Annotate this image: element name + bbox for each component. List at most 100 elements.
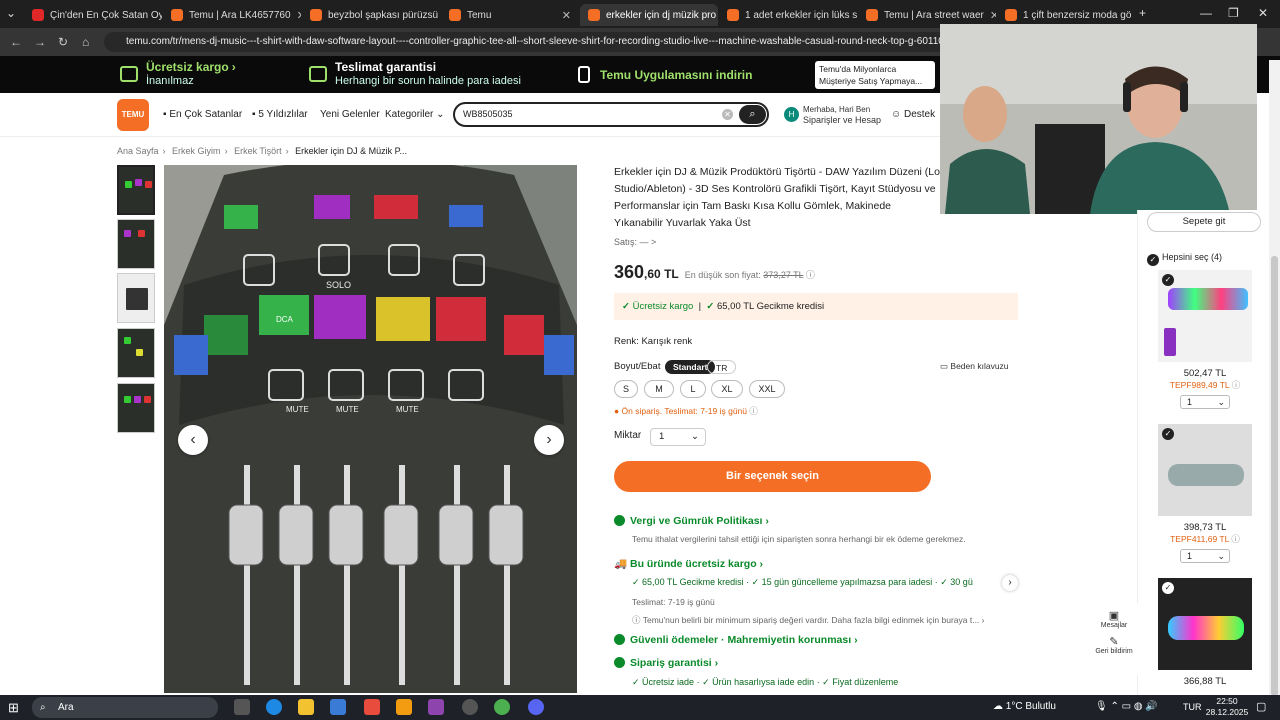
seller-ad[interactable]: Temu'da Milyonlarca Müşteriye Satış Yapm…	[815, 61, 935, 89]
quantity-select[interactable]: 1 ⌄	[650, 428, 706, 446]
cart-item-qty[interactable]: 1 ⌄	[1180, 549, 1230, 563]
edge-icon[interactable]	[266, 699, 282, 715]
feedback-button[interactable]: ✎ Geri bildirim	[1090, 635, 1138, 655]
cart-item-qty[interactable]: 1 ⌄	[1180, 395, 1230, 409]
app-icon[interactable]	[396, 699, 412, 715]
info-icon[interactable]: ⓘ	[1231, 534, 1240, 544]
product-thumbnail[interactable]	[117, 328, 155, 378]
size-option-s[interactable]: S	[614, 380, 638, 398]
product-main-image[interactable]: SOLO MUTE MUTE MUTE DCA ‹ ›	[164, 165, 577, 693]
product-thumbnail[interactable]	[117, 383, 155, 433]
sales-count[interactable]: Satış: — >	[614, 237, 656, 247]
scrollbar-thumb[interactable]	[1271, 256, 1278, 696]
free-shipping-promo[interactable]: Ücretsiz kargo › İnanılmaz	[146, 61, 236, 88]
tab-7[interactable]: 1 çift benzersiz moda gö✕	[997, 4, 1135, 26]
taskbar-search[interactable]: ⌕ Ara	[32, 697, 218, 718]
tab-5[interactable]: 1 adet erkekler için lüks s✕	[719, 4, 857, 26]
product-thumbnail[interactable]	[117, 273, 155, 323]
product-thumbnail[interactable]	[117, 219, 155, 269]
breadcrumb-item[interactable]: Erkek Giyim	[172, 146, 221, 156]
user-avatar[interactable]: H	[784, 107, 799, 122]
info-icon[interactable]: ⓘ	[749, 406, 758, 416]
info-icon[interactable]: ⓘ	[1232, 380, 1241, 390]
discord-icon[interactable]	[528, 699, 544, 715]
close-window-icon[interactable]: ✕	[1258, 6, 1268, 20]
keyboard-language[interactable]: TUR	[1183, 702, 1202, 712]
select-all-checkbox[interactable]: ✓ Hepsini seç (4)	[1147, 252, 1222, 266]
url-field[interactable]: temu.com/tr/mens-dj-music---t-shirt-with…	[104, 32, 950, 52]
close-tab-icon[interactable]: ✕	[297, 9, 301, 22]
nav-five-stars[interactable]: ▪ 5 Yıldızlılar	[252, 109, 308, 120]
cart-item[interactable]: ✓ 366,88 TL	[1158, 578, 1252, 687]
close-tab-icon[interactable]: ✕	[562, 9, 571, 22]
chrome-icon[interactable]	[494, 699, 510, 715]
search-input[interactable]: WB8505035 ✕ ⌕	[453, 102, 769, 127]
back-icon[interactable]: ←	[10, 35, 22, 49]
check-icon[interactable]: ✓	[1162, 274, 1174, 286]
tab-2[interactable]: beyzbol şapkası pürüzsü✕	[302, 4, 440, 26]
clock[interactable]: 22:50 28.12.2025	[1204, 696, 1250, 718]
tab-0[interactable]: Çin'den En Çok Satan Oyu✕	[24, 4, 162, 26]
free-shipping-section[interactable]: 🚚 Bu üründe ücretsiz kargo ›	[614, 557, 763, 570]
secure-payments-link[interactable]: Güvenli ödemeler · Mahremiyetin korunmas…	[614, 634, 858, 646]
minimize-icon[interactable]: —	[1200, 6, 1212, 20]
size-tr-toggle[interactable]: TR	[707, 360, 737, 374]
nav-categories[interactable]: Kategoriler ⌄	[385, 109, 445, 120]
notification-icon[interactable]: ▢	[1256, 700, 1266, 713]
select-option-button[interactable]: Bir seçenek seçin	[614, 461, 931, 492]
new-tab-icon[interactable]: +	[1139, 6, 1146, 20]
support-link[interactable]: ☺ Destek	[891, 109, 935, 120]
weather-widget[interactable]: ☁ 1°C Bulutlu	[993, 701, 1056, 712]
breadcrumb-item[interactable]: Erkek Tişört	[234, 146, 282, 156]
cart-item[interactable]: ✓ 502,47 TL TEPF989,49 TL ⓘ 1 ⌄	[1158, 270, 1252, 409]
shipping-note[interactable]: ⓘ Temu'nun belirli bir minimum sipariş d…	[632, 614, 985, 626]
size-option-m[interactable]: M	[644, 380, 674, 398]
office-icon[interactable]	[364, 699, 380, 715]
windows-start-icon[interactable]: ⊞	[8, 700, 19, 716]
tab-4[interactable]: erkekler için dj müzik pro✕	[580, 4, 718, 26]
tax-policy-link[interactable]: Vergi ve Gümrük Politikası ›	[614, 515, 769, 527]
size-guide-link[interactable]: ▭ Beden kılavuzu	[940, 361, 1009, 372]
shield-icon	[614, 657, 625, 668]
size-option-xxl[interactable]: XXL	[749, 380, 785, 398]
check-icon[interactable]: ✓	[1162, 428, 1174, 440]
page-scrollbar[interactable]	[1269, 60, 1280, 696]
search-button[interactable]: ⌕	[739, 105, 766, 124]
system-tray-icons[interactable]: 🎙 ⌃ ▭ ◍ 🔊	[1095, 701, 1158, 712]
forward-icon[interactable]: →	[34, 35, 46, 49]
maximize-icon[interactable]: ❐	[1228, 6, 1239, 20]
scroll-right-button[interactable]: ›	[1002, 575, 1018, 591]
product-thumbnail[interactable]	[117, 165, 155, 215]
home-icon[interactable]: ⌂	[82, 35, 89, 49]
app-icon[interactable]	[462, 699, 478, 715]
reload-icon[interactable]: ↻	[58, 35, 68, 49]
tab-1[interactable]: Temu | Ara LK4657760 ✕	[163, 4, 301, 26]
close-tab-icon[interactable]: ✕	[990, 9, 996, 22]
nav-best-sellers[interactable]: ▪ En Çok Satanlar	[163, 109, 242, 120]
nav-new-arrivals[interactable]: Yeni Gelenler	[320, 109, 380, 120]
file-explorer-icon[interactable]	[298, 699, 314, 715]
tab-3[interactable]: Temu ✕	[441, 4, 579, 26]
messages-button[interactable]: ▣ Mesajlar	[1090, 609, 1138, 629]
app-download-promo[interactable]: Temu Uygulamasını indirin	[600, 69, 752, 82]
task-view-icon[interactable]	[234, 699, 250, 715]
clear-search-icon[interactable]: ✕	[722, 109, 733, 120]
size-option-xl[interactable]: XL	[711, 380, 743, 398]
account-menu[interactable]: Merhaba, Hari Ben Siparişler ve Hesap	[803, 105, 881, 126]
tab-6[interactable]: Temu | Ara street waer ✕	[858, 4, 996, 26]
nav-label: 5 Yıldızlılar	[258, 109, 308, 120]
go-to-cart-button[interactable]: Sepete git	[1147, 212, 1261, 232]
tab-menu-icon[interactable]: ⌄	[6, 6, 16, 20]
size-option-l[interactable]: L	[680, 380, 706, 398]
cart-item[interactable]: ✓ 398,73 TL TEPF411,69 TL ⓘ 1 ⌄	[1158, 424, 1252, 563]
breadcrumb-item[interactable]: Ana Sayfa	[117, 146, 159, 156]
next-image-button[interactable]: ›	[534, 425, 564, 455]
order-guarantee-link[interactable]: Sipariş garantisi ›	[614, 657, 718, 669]
temu-logo[interactable]: TEMU	[117, 99, 149, 131]
delivery-guarantee-promo[interactable]: Teslimat garantisi Herhangi bir sorun hal…	[335, 61, 521, 88]
app-icon[interactable]	[428, 699, 444, 715]
store-icon[interactable]	[330, 699, 346, 715]
info-icon[interactable]: ⓘ	[806, 270, 815, 280]
prev-image-button[interactable]: ‹	[178, 425, 208, 455]
check-icon[interactable]: ✓	[1162, 582, 1174, 594]
